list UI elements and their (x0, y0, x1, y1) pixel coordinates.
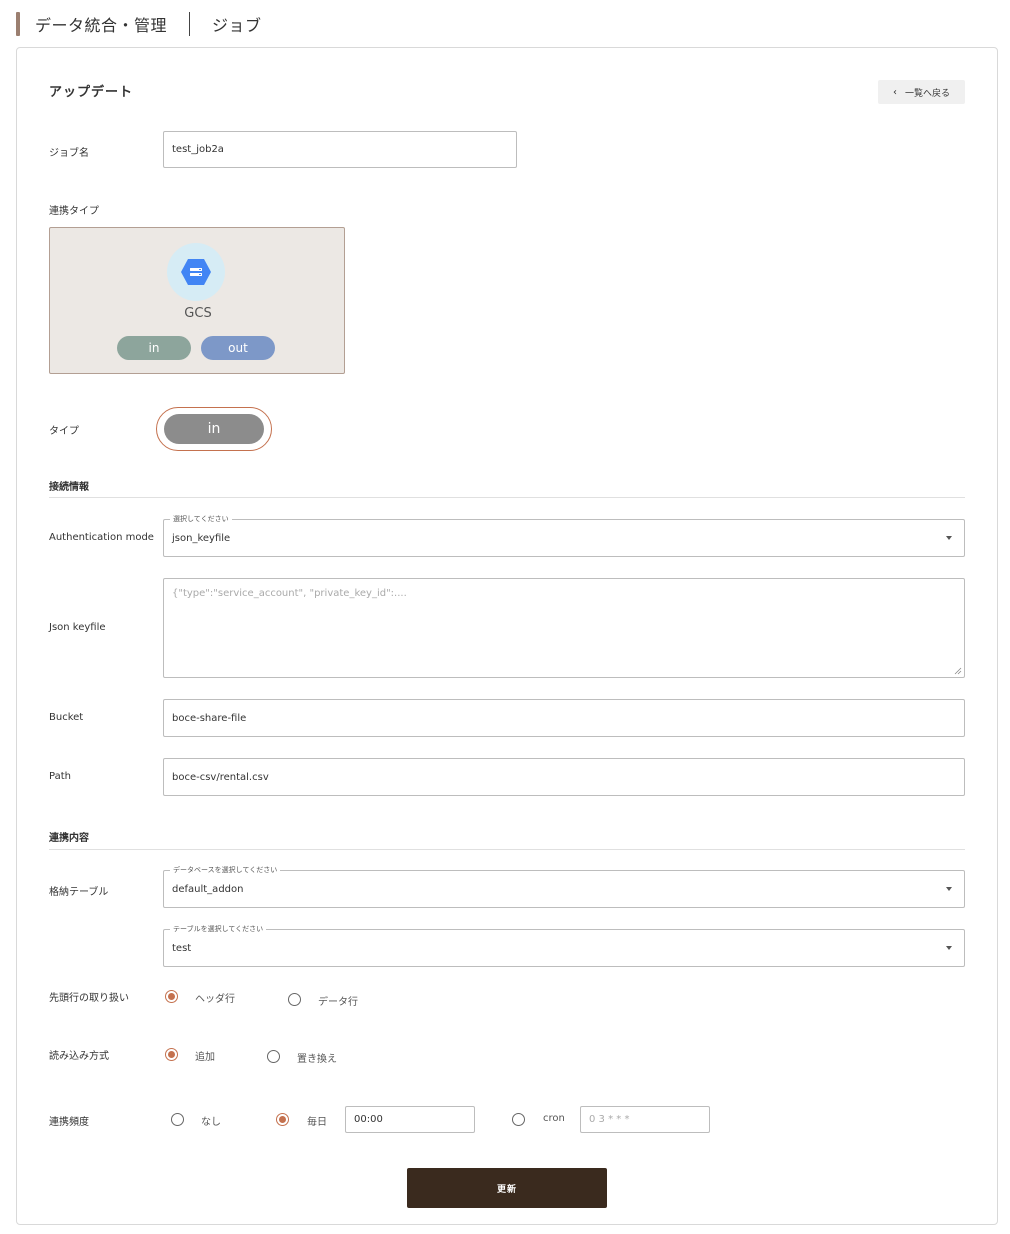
job-form-card: アップデート ‹ 一覧へ戻る ジョブ名 test_job2a 連携タイプ GCS… (16, 47, 998, 1225)
resize-grip-icon[interactable] (954, 667, 962, 675)
table-value: test (172, 942, 192, 954)
auth-mode-label: Authentication mode (49, 532, 154, 543)
update-button[interactable]: 更新 (407, 1168, 607, 1208)
frequency-cron-radio[interactable] (512, 1113, 525, 1126)
frequency-daily-radio[interactable] (276, 1113, 289, 1126)
json-keyfile-placeholder: {"type":"service_account", "private_key_… (172, 588, 407, 599)
header-subtitle: ジョブ (212, 16, 262, 35)
header-title: データ統合・管理 (35, 16, 168, 35)
content-divider (49, 849, 965, 850)
dropdown-caret-icon (946, 946, 952, 950)
json-keyfile-label: Json keyfile (49, 622, 106, 633)
page-header: データ統合・管理 ジョブ (16, 12, 262, 36)
load-method-append-radio[interactable] (165, 1048, 178, 1061)
gcs-in-button[interactable]: in (117, 336, 191, 360)
database-select[interactable]: データベースを選択してください default_addon (163, 865, 965, 908)
header-accent-bar (16, 12, 20, 36)
back-to-list-button[interactable]: ‹ 一覧へ戻る (878, 80, 965, 104)
gcs-icon-circle (167, 243, 225, 301)
gcs-service-name: GCS (184, 306, 212, 321)
frequency-daily-label: 毎日 (307, 1117, 327, 1128)
load-method-append-label: 追加 (195, 1052, 215, 1063)
back-label: 一覧へ戻る (904, 88, 950, 99)
first-row-label: 先頭行の取り扱い (49, 993, 129, 1004)
gcs-icon (181, 259, 211, 285)
chevron-left-icon: ‹ (892, 86, 897, 98)
cron-input[interactable]: 0 3 * * * (580, 1106, 710, 1133)
header-separator (189, 12, 191, 36)
job-name-label: ジョブ名 (49, 148, 89, 159)
page-title: アップデート (49, 85, 134, 100)
auth-mode-legend: 選択してください (170, 514, 232, 524)
cron-placeholder: 0 3 * * * (589, 1114, 630, 1125)
frequency-cron-label: cron (543, 1113, 565, 1124)
load-method-label: 読み込み方式 (49, 1051, 109, 1062)
table-legend: テーブルを選択してください (170, 924, 267, 934)
type-label: タイプ (49, 426, 79, 437)
type-toggle-focus-ring: in (156, 407, 272, 451)
dropdown-caret-icon (946, 536, 952, 540)
storage-table-label: 格納テーブル (49, 887, 109, 898)
json-keyfile-textarea[interactable]: {"type":"service_account", "private_key_… (163, 578, 965, 678)
integration-type-label: 連携タイプ (49, 206, 99, 217)
bucket-input[interactable]: boce-share-file (163, 699, 965, 737)
daily-time-input[interactable]: 00:00 (345, 1106, 475, 1133)
auth-mode-value: json_keyfile (172, 532, 231, 544)
load-method-replace-label: 置き換え (297, 1054, 337, 1065)
path-label: Path (49, 771, 71, 782)
connection-divider (49, 497, 965, 498)
first-row-header-radio[interactable] (165, 990, 178, 1003)
gcs-type-card[interactable]: GCS in out (49, 227, 345, 374)
frequency-none-label: なし (201, 1117, 221, 1128)
job-name-input[interactable]: test_job2a (163, 131, 517, 168)
content-section-title: 連携内容 (49, 833, 89, 844)
bucket-value: boce-share-file (172, 712, 247, 724)
auth-mode-select[interactable]: 選択してください json_keyfile (163, 514, 965, 557)
load-method-replace-radio[interactable] (267, 1050, 280, 1063)
database-legend: データベースを選択してください (170, 865, 281, 875)
bucket-label: Bucket (49, 712, 84, 723)
dropdown-caret-icon (946, 887, 952, 891)
job-name-value: test_job2a (172, 144, 224, 155)
table-select[interactable]: テーブルを選択してください test (163, 924, 965, 967)
type-in-toggle[interactable]: in (164, 414, 264, 444)
daily-time-value: 00:00 (354, 1114, 383, 1125)
first-row-header-label: ヘッダ行 (195, 994, 235, 1005)
gcs-out-button[interactable]: out (201, 336, 275, 360)
first-row-data-radio[interactable] (288, 993, 301, 1006)
frequency-label: 連携頻度 (49, 1117, 89, 1128)
first-row-data-label: データ行 (318, 997, 358, 1008)
frequency-none-radio[interactable] (171, 1113, 184, 1126)
database-value: default_addon (172, 883, 244, 895)
connection-section-title: 接続情報 (49, 482, 89, 493)
path-value: boce-csv/rental.csv (172, 771, 269, 783)
path-input[interactable]: boce-csv/rental.csv (163, 758, 965, 796)
